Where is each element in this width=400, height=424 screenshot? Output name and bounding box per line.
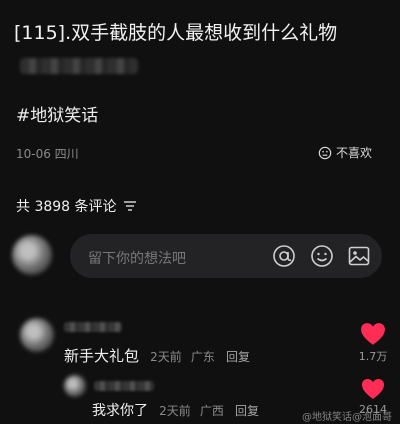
reply-username-blurred[interactable] (94, 381, 154, 391)
comment-time: 2天前 (150, 350, 182, 364)
filter-icon[interactable] (123, 200, 137, 212)
comment-username-blurred[interactable] (64, 322, 122, 332)
reply-avatar[interactable] (64, 375, 86, 397)
my-avatar (12, 235, 52, 275)
reply-time: 2天前 (159, 404, 191, 418)
at-icon[interactable] (272, 244, 296, 268)
comment-input-placeholder[interactable]: 留下你的想法吧 (88, 248, 186, 268)
dislike-label: 不喜欢 (336, 146, 373, 160)
comment-text: 新手大礼包 (64, 347, 140, 365)
heart-icon[interactable] (360, 322, 386, 346)
comment-avatar[interactable] (20, 318, 54, 352)
comment-item: 新手大礼包 2天前 广东 回复 (64, 345, 250, 366)
heart-icon[interactable] (361, 378, 385, 400)
post-date-location: 10-06 四川 (16, 147, 79, 161)
comments-count-sort[interactable]: 共 3898 条评论 (16, 196, 137, 216)
post-title: [115].双手截肢的人最想收到什么礼物 (14, 22, 338, 44)
blurred-author-name (20, 58, 138, 74)
emoji-icon[interactable] (310, 244, 334, 268)
reply-reply-button[interactable]: 回复 (235, 404, 259, 418)
comments-count: 共 3898 条评论 (16, 199, 117, 215)
reply-item: 我求你了 2天前 广西 回复 (92, 400, 259, 420)
comment-location: 广东 (190, 350, 215, 364)
reply-location: 广西 (199, 404, 224, 418)
dislike-icon (318, 146, 332, 159)
comment-reply-button[interactable]: 回复 (226, 350, 250, 364)
like-count: 1.7万 (358, 350, 388, 363)
watermark: @地狱笑话@泡面哥 (302, 412, 392, 423)
reply-text: 我求你了 (92, 403, 148, 419)
post-hashtag[interactable]: #地狱笑话 (16, 101, 98, 126)
dislike-button[interactable]: 不喜欢 (318, 144, 372, 161)
image-icon[interactable] (347, 244, 371, 268)
